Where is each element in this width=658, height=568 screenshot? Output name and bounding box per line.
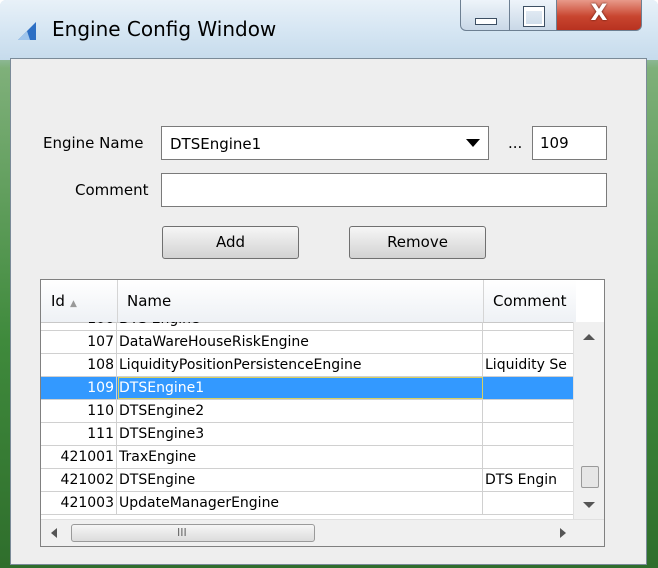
- chevron-down-icon[interactable]: [466, 139, 480, 147]
- close-button[interactable]: X: [556, 0, 642, 31]
- cell-name: LiquidityPositionPersistenceEngine: [118, 354, 483, 376]
- engine-name-label: Engine Name: [43, 134, 144, 152]
- cell-comment: Liquidity Se: [485, 357, 567, 373]
- cell-comment: [484, 377, 576, 399]
- cell-id: 421002: [41, 469, 117, 491]
- close-icon: X: [590, 1, 608, 26]
- table-body: 106 DTS Engine 107 DataWareHouseRiskEngi…: [41, 322, 576, 522]
- add-button[interactable]: Add: [162, 226, 299, 259]
- cell-name: DTSEngine2: [118, 400, 483, 422]
- cell-id: 110: [41, 400, 117, 422]
- vertical-scrollbar[interactable]: [573, 322, 604, 522]
- engine-table: Id ▲ Name Comment 106 DTS Engine 107 Data…: [40, 279, 605, 547]
- cell-name: DTSEngine3: [118, 423, 483, 445]
- comment-label: Comment: [75, 181, 149, 199]
- ellipsis-label: ...: [508, 134, 523, 152]
- cell-name: DTSEngine: [118, 469, 483, 491]
- table-row[interactable]: 108 LiquidityPositionPersistenceEngine L…: [41, 354, 576, 377]
- cell-id: 106: [41, 322, 117, 330]
- column-header-comment[interactable]: Comment: [493, 292, 567, 310]
- cell-id: 107: [41, 331, 117, 353]
- title-bar[interactable]: Engine Config Window X: [0, 0, 658, 60]
- comment-field[interactable]: [161, 173, 607, 207]
- maximize-icon: [523, 6, 545, 27]
- table-row[interactable]: 111 DTSEngine3: [41, 423, 576, 446]
- cell-comment: [484, 331, 576, 353]
- table-row[interactable]: 421001 TraxEngine: [41, 446, 576, 469]
- table-row[interactable]: 107 DataWareHouseRiskEngine: [41, 331, 576, 354]
- engine-name-value: DTSEngine1: [170, 135, 262, 153]
- cell-name: DTS Engine: [118, 322, 483, 330]
- cell-comment: [484, 423, 576, 445]
- cell-id: 108: [41, 354, 117, 376]
- column-divider[interactable]: [483, 280, 484, 322]
- window-title: Engine Config Window: [52, 17, 277, 41]
- scroll-down-icon[interactable]: [583, 502, 595, 508]
- engine-id-field[interactable]: 109: [532, 126, 607, 160]
- scrollbar-corner: [574, 520, 604, 546]
- grip-icon: III: [177, 526, 187, 539]
- engine-name-dropdown[interactable]: DTSEngine1: [161, 126, 489, 160]
- column-divider[interactable]: [117, 280, 118, 322]
- cell-id: 421001: [41, 446, 117, 468]
- minimize-icon: [475, 18, 497, 25]
- horizontal-scrollbar[interactable]: III: [41, 519, 604, 546]
- scroll-right-icon[interactable]: [560, 528, 566, 538]
- cell-id: 111: [41, 423, 117, 445]
- cell-id: 109: [41, 377, 117, 399]
- column-header-name[interactable]: Name: [127, 292, 171, 310]
- scroll-left-icon[interactable]: [51, 528, 57, 538]
- cell-comment: [484, 322, 576, 330]
- table-row-partial[interactable]: 106 DTS Engine: [41, 322, 576, 331]
- table-row[interactable]: 110 DTSEngine2: [41, 400, 576, 423]
- vertical-scroll-thumb[interactable]: [581, 466, 599, 488]
- table-row[interactable]: 421002 DTSEngine DTS Engin: [41, 469, 576, 492]
- scroll-up-icon[interactable]: [583, 334, 595, 340]
- cell-comment: [484, 446, 576, 468]
- table-row-selected[interactable]: 109 DTSEngine1: [41, 377, 576, 400]
- table-header: Id ▲ Name Comment: [41, 280, 576, 323]
- minimize-button[interactable]: [460, 0, 510, 31]
- cell-name: UpdateManagerEngine: [118, 492, 483, 514]
- horizontal-scroll-thumb[interactable]: III: [71, 524, 315, 542]
- table-row[interactable]: 421003 UpdateManagerEngine: [41, 492, 576, 515]
- cell-name: DTSEngine1: [118, 377, 483, 399]
- engine-config-window: Engine Config Window X Engine Name DTSEn…: [0, 0, 658, 568]
- cell-comment: [484, 492, 576, 514]
- cell-name: TraxEngine: [118, 446, 483, 468]
- remove-button[interactable]: Remove: [349, 226, 486, 259]
- column-header-id[interactable]: Id ▲: [51, 292, 77, 310]
- cell-name: DataWareHouseRiskEngine: [118, 331, 483, 353]
- cell-id: 421003: [41, 492, 117, 514]
- cell-comment: [484, 400, 576, 422]
- app-icon: [18, 22, 36, 40]
- maximize-button[interactable]: [509, 0, 557, 31]
- column-header-id-label: Id: [51, 292, 65, 310]
- sort-ascending-icon: ▲: [69, 299, 77, 309]
- cell-comment: DTS Engin: [485, 472, 558, 488]
